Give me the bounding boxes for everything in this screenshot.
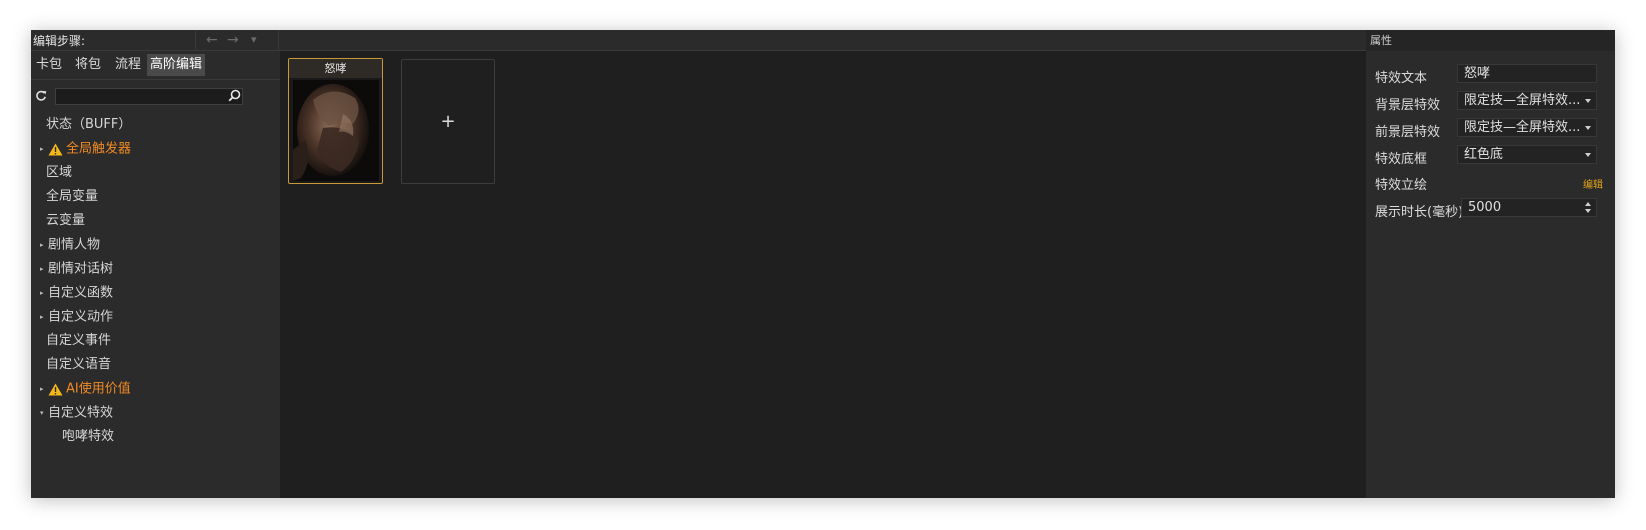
back-arrow-icon[interactable]: ← bbox=[206, 31, 218, 49]
tree-item-label: 咆哮特效 bbox=[62, 429, 115, 444]
collapse-arrow-icon[interactable]: ▾ bbox=[40, 402, 47, 424]
tree-item-label: 区域 bbox=[46, 165, 73, 180]
bg-effect-label: 背景层特效 bbox=[1375, 98, 1441, 113]
tab-general-pack[interactable]: 将包 bbox=[72, 54, 104, 76]
tab-bar: 卡包 将包 流程 高阶编辑 bbox=[31, 51, 280, 80]
frame-label: 特效底框 bbox=[1375, 152, 1428, 167]
tree-item-label: 自定义语音 bbox=[46, 357, 112, 372]
fg-effect-value: 限定技—全屏特效... bbox=[1464, 120, 1581, 135]
fg-effect-select[interactable]: 限定技—全屏特效... bbox=[1457, 118, 1597, 137]
expand-arrow-icon[interactable]: ▸ bbox=[40, 282, 47, 304]
tree-item-label: 剧情对话树 bbox=[48, 261, 114, 277]
effect-text-input[interactable]: 怒哮 bbox=[1457, 64, 1597, 83]
effect-text-label: 特效文本 bbox=[1375, 71, 1428, 86]
dropdown-arrow-icon bbox=[1585, 153, 1591, 157]
effect-card[interactable]: 怒哮 bbox=[288, 58, 383, 184]
add-effect-button[interactable]: + bbox=[401, 59, 495, 184]
fg-effect-label: 前景层特效 bbox=[1375, 125, 1441, 140]
forward-arrow-icon[interactable]: → bbox=[227, 31, 239, 49]
bg-effect-value: 限定技—全屏特效... bbox=[1464, 93, 1581, 108]
tree-item-custom-effects[interactable]: ▾ 自定义特效 bbox=[40, 402, 113, 424]
search-input[interactable] bbox=[55, 88, 243, 105]
dropdown-arrow-icon bbox=[1585, 99, 1591, 103]
dropdown-arrow-icon bbox=[1585, 126, 1591, 130]
tree-item-label: 自定义动作 bbox=[48, 309, 114, 325]
search-icon[interactable] bbox=[228, 89, 242, 103]
expand-arrow-icon[interactable]: ▸ bbox=[40, 258, 47, 280]
tree-item-global-triggers[interactable]: ▸ 全局触发器 bbox=[40, 138, 131, 160]
tab-flow[interactable]: 流程 bbox=[112, 54, 144, 76]
history-dropdown-icon[interactable]: ▾ bbox=[251, 31, 257, 49]
bg-effect-select[interactable]: 限定技—全屏特效... bbox=[1457, 91, 1597, 110]
edit-steps-bar: 编辑步骤: ← → ▾ bbox=[31, 30, 1366, 51]
tree-item-custom-voice[interactable]: 自定义语音 bbox=[46, 354, 111, 376]
expand-arrow-icon[interactable]: ▸ bbox=[40, 306, 47, 328]
tree-item-custom-functions[interactable]: ▸ 自定义函数 bbox=[40, 282, 113, 304]
properties-title: 属性 bbox=[1370, 34, 1392, 47]
editor-window: 编辑步骤: ← → ▾ 卡包 将包 流程 高阶编辑 状态（BUFF） ▸ 全局触… bbox=[31, 30, 1615, 498]
duration-value: 5000 bbox=[1468, 200, 1502, 215]
tree-item-label: 云变量 bbox=[46, 213, 86, 228]
warning-icon bbox=[48, 143, 63, 155]
effect-portrait-image bbox=[293, 80, 379, 181]
expand-arrow-icon[interactable]: ▸ bbox=[40, 234, 47, 256]
tab-card-pack[interactable]: 卡包 bbox=[33, 54, 65, 76]
portrait-edit-link[interactable]: 编辑 bbox=[1583, 176, 1603, 191]
tree-item-label: AI使用价值 bbox=[66, 381, 131, 397]
properties-panel: 属性 特效文本 怒哮 背景层特效 限定技—全屏特效... 前景层特效 限定技—全… bbox=[1366, 30, 1615, 498]
properties-header: 属性 bbox=[1366, 30, 1615, 51]
tree-item-cloud-variables[interactable]: 云变量 bbox=[46, 210, 85, 232]
tree-item-label: 自定义特效 bbox=[48, 405, 114, 421]
search-row bbox=[31, 88, 280, 108]
frame-select[interactable]: 红色底 bbox=[1457, 145, 1597, 164]
prop-row-duration: 展示时长(毫秒) 5000 bbox=[1366, 198, 1615, 220]
tree-item-buff[interactable]: 状态（BUFF） bbox=[46, 114, 131, 136]
prop-row-portrait: 特效立绘 编辑 bbox=[1366, 171, 1615, 193]
tree-item-roar-effect[interactable]: 咆哮特效 bbox=[62, 426, 114, 448]
tree-item-label: 自定义事件 bbox=[46, 333, 112, 348]
tree-item-label: 剧情人物 bbox=[48, 237, 101, 253]
tree-item-global-variables[interactable]: 全局变量 bbox=[46, 186, 98, 208]
prop-row-fg-effect: 前景层特效 限定技—全屏特效... bbox=[1366, 118, 1615, 140]
portrait-label: 特效立绘 bbox=[1375, 178, 1428, 193]
prop-row-effect-text: 特效文本 怒哮 bbox=[1366, 64, 1615, 86]
tab-advanced-edit[interactable]: 高阶编辑 bbox=[147, 54, 206, 76]
tree-item-label: 全局触发器 bbox=[66, 141, 132, 157]
step-navigation: ← → ▾ bbox=[195, 30, 279, 51]
duration-spinbox[interactable]: 5000 bbox=[1461, 198, 1597, 217]
tree-item-label: 自定义函数 bbox=[48, 285, 114, 301]
tree-item-ai-value[interactable]: ▸ AI使用价值 bbox=[40, 378, 131, 400]
refresh-icon[interactable] bbox=[35, 88, 49, 104]
edit-steps-label: 编辑步骤: bbox=[33, 34, 86, 48]
effect-card-title: 怒哮 bbox=[289, 59, 382, 78]
prop-row-bg-effect: 背景层特效 限定技—全屏特效... bbox=[1366, 91, 1615, 113]
expand-arrow-icon[interactable]: ▸ bbox=[40, 138, 47, 160]
tree-item-custom-events[interactable]: 自定义事件 bbox=[46, 330, 111, 352]
tree-item-dialogue-tree[interactable]: ▸ 剧情对话树 bbox=[40, 258, 113, 280]
tree-item-label: 全局变量 bbox=[46, 189, 99, 204]
tree-item-custom-actions[interactable]: ▸ 自定义动作 bbox=[40, 306, 113, 328]
tree-item-label: 状态（BUFF） bbox=[46, 117, 132, 132]
tree-item-area[interactable]: 区域 bbox=[46, 162, 72, 184]
expand-arrow-icon[interactable]: ▸ bbox=[40, 378, 47, 400]
duration-label: 展示时长(毫秒) bbox=[1375, 205, 1464, 220]
spin-arrows-icon[interactable] bbox=[1585, 202, 1591, 213]
left-panel: 卡包 将包 流程 高阶编辑 状态（BUFF） ▸ 全局触发器 区域 全局变量 云… bbox=[31, 51, 280, 498]
frame-value: 红色底 bbox=[1464, 147, 1504, 162]
effect-canvas: 怒哮 + bbox=[280, 51, 1366, 498]
steps-track bbox=[278, 30, 1366, 51]
warning-icon bbox=[48, 383, 63, 395]
tree-item-story-characters[interactable]: ▸ 剧情人物 bbox=[40, 234, 100, 256]
prop-row-frame: 特效底框 红色底 bbox=[1366, 145, 1615, 167]
